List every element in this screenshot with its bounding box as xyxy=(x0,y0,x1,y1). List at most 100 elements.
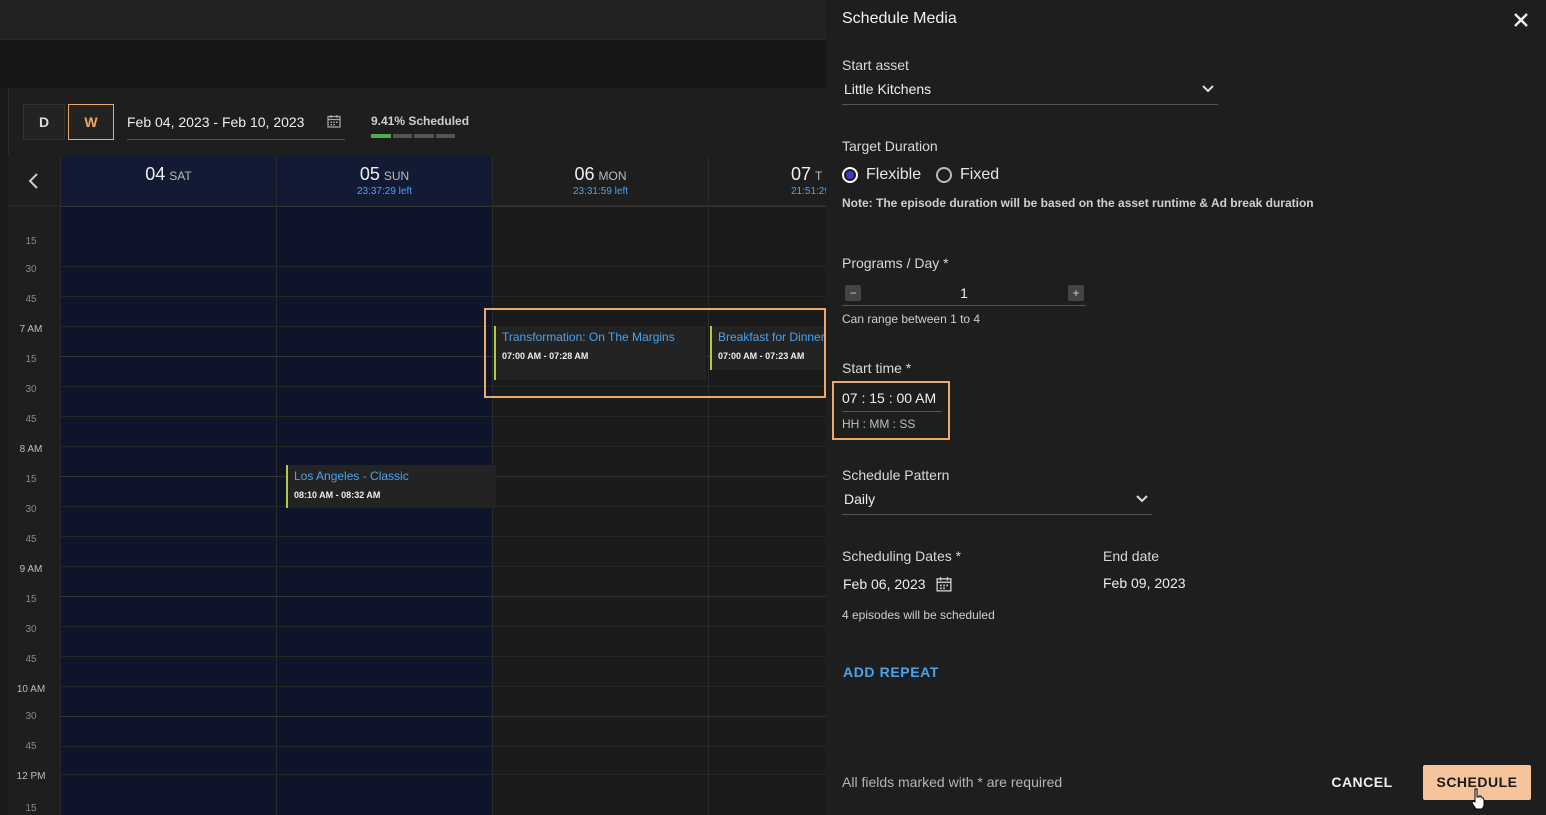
day-column-mon[interactable] xyxy=(492,206,708,815)
time-label: 12 PM xyxy=(16,771,46,782)
event-card[interactable]: Breakfast for Dinner 07:00 AM - 07:23 AM xyxy=(710,326,824,370)
day-header-mon[interactable]: 06 MON 23:31:59 left xyxy=(492,156,708,206)
end-date-value: Feb 09, 2023 xyxy=(1103,575,1186,591)
calendar-icon[interactable] xyxy=(935,576,952,592)
cancel-button[interactable]: CANCEL xyxy=(1322,766,1402,798)
time-label: 10 AM xyxy=(16,684,46,695)
radio-selected-icon xyxy=(842,167,858,183)
programs-value[interactable]: 1 xyxy=(942,285,986,301)
app-root: D W Feb 04, 2023 - Feb 10, 2023 9.41% Sc… xyxy=(0,0,1546,815)
time-label: 7 AM xyxy=(19,324,43,335)
day-column-sun[interactable] xyxy=(276,206,492,815)
day-number: 05 xyxy=(359,164,380,184)
day-view-button[interactable]: D xyxy=(23,104,65,140)
day-of-week: MON xyxy=(598,169,627,183)
time-label: 15 xyxy=(25,594,37,605)
week-view-button[interactable]: W xyxy=(68,104,114,140)
event-card[interactable]: Los Angeles - Classic 08:10 AM - 08:32 A… xyxy=(286,465,496,508)
schedule-pattern-label: Schedule Pattern xyxy=(842,467,950,483)
grid-line xyxy=(60,266,826,267)
time-label: 45 xyxy=(25,741,37,752)
start-date-input[interactable]: Feb 06, 2023 xyxy=(843,576,952,592)
event-time: 07:00 AM - 07:28 AM xyxy=(502,351,589,361)
start-time-format: HH : MM : SS xyxy=(842,417,916,431)
chevron-left-icon xyxy=(28,173,38,189)
grid-line xyxy=(60,566,826,567)
time-label: 15 xyxy=(25,354,37,365)
day-of-week: SUN xyxy=(383,169,410,183)
day-number: 07 xyxy=(791,164,812,184)
progress-segment xyxy=(371,134,391,138)
input-underline xyxy=(842,411,942,412)
scheduling-dates-label: Scheduling Dates * xyxy=(842,548,962,564)
required-fields-note: All fields marked with * are required xyxy=(842,774,1063,790)
grid-line xyxy=(60,386,826,387)
fixed-label: Fixed xyxy=(960,166,1000,183)
chevron-down-icon xyxy=(1202,85,1214,93)
start-asset-label: Start asset xyxy=(842,57,909,73)
time-label: 30 xyxy=(25,504,37,515)
time-label: 45 xyxy=(25,534,37,545)
start-asset-value: Little Kitchens xyxy=(844,81,932,97)
day-number: 04 xyxy=(145,164,166,184)
grid-line xyxy=(60,686,826,687)
increment-button[interactable]: + xyxy=(1068,285,1084,301)
grid-line xyxy=(60,656,826,657)
decrement-button[interactable]: − xyxy=(845,285,861,301)
progress-segment xyxy=(435,134,455,138)
fixed-radio[interactable]: Fixed xyxy=(936,166,999,184)
time-label: 8 AM xyxy=(19,444,43,455)
calendar-grid: 15 30 45 7 AM 15 30 45 8 AM 15 30 45 9 AM 15 30 45 10 A… xyxy=(8,206,826,815)
time-label: 30 xyxy=(25,624,37,635)
grid-line xyxy=(60,536,826,537)
programs-per-day-label: Programs / Day * xyxy=(842,255,949,271)
schedule-pattern-select[interactable]: Daily xyxy=(842,491,1152,515)
day-column-sat[interactable] xyxy=(60,206,276,815)
app-header xyxy=(0,0,826,40)
time-left: 23:37:29 left xyxy=(356,186,413,197)
time-label: 9 AM xyxy=(19,564,43,575)
event-card[interactable]: Transformation: On The Margins 07:00 AM … xyxy=(494,326,706,380)
date-range-input[interactable]: Feb 04, 2023 - Feb 10, 2023 xyxy=(127,110,345,140)
duration-note: Note: The episode duration will be based… xyxy=(842,196,1314,210)
programs-range-note: Can range between 1 to 4 xyxy=(842,312,981,326)
grid-line xyxy=(60,716,826,717)
day-of-week: SAT xyxy=(169,169,192,183)
chevron-down-icon xyxy=(1136,495,1148,503)
grid-line xyxy=(60,296,826,297)
start-asset-select[interactable]: Little Kitchens xyxy=(842,81,1218,105)
grid-line xyxy=(60,774,826,775)
start-time-label: Start time * xyxy=(842,360,912,376)
time-label: 15 xyxy=(25,803,37,814)
calendar-toolbar: D W Feb 04, 2023 - Feb 10, 2023 9.41% Sc… xyxy=(8,88,826,156)
day-header-sat[interactable]: 04 SAT xyxy=(60,156,276,206)
schedule-pattern-value: Daily xyxy=(844,491,876,507)
add-repeat-button[interactable]: ADD REPEAT xyxy=(843,664,939,680)
end-date-label: End date xyxy=(1103,548,1160,564)
time-label: 45 xyxy=(25,654,37,665)
grid-line xyxy=(60,746,826,747)
scheduled-progress-bar xyxy=(371,134,455,138)
day-header-tue[interactable]: 07 T 21:51:29 xyxy=(708,156,830,206)
flexible-radio[interactable]: Flexible xyxy=(842,166,921,184)
radio-unselected-icon xyxy=(936,167,952,183)
time-label: 45 xyxy=(25,294,37,305)
target-duration-label: Target Duration xyxy=(842,138,938,154)
previous-week-button[interactable] xyxy=(8,156,60,206)
time-label: 30 xyxy=(25,711,37,722)
programs-stepper: − 1 + xyxy=(842,282,1086,306)
episodes-note: 4 episodes will be scheduled xyxy=(842,608,995,622)
calendar-icon[interactable] xyxy=(327,114,341,128)
start-date-value: Feb 06, 2023 xyxy=(843,576,926,592)
time-left: 23:31:59 left xyxy=(572,186,629,197)
start-time-value: 07 : 15 : 00 AM xyxy=(842,390,937,406)
day-number: 06 xyxy=(574,164,595,184)
day-header-sun[interactable]: 05 SUN 23:37:29 left xyxy=(276,156,492,206)
day-column-tue[interactable] xyxy=(708,206,826,815)
progress-segment xyxy=(392,134,412,138)
start-time-input[interactable]: 07 : 15 : 00 AM HH : MM : SS xyxy=(832,381,950,440)
pointer-cursor-icon xyxy=(1471,788,1485,810)
time-label: 45 xyxy=(25,414,37,425)
event-title: Los Angeles - Classic xyxy=(294,469,409,483)
close-button[interactable] xyxy=(1514,8,1528,33)
